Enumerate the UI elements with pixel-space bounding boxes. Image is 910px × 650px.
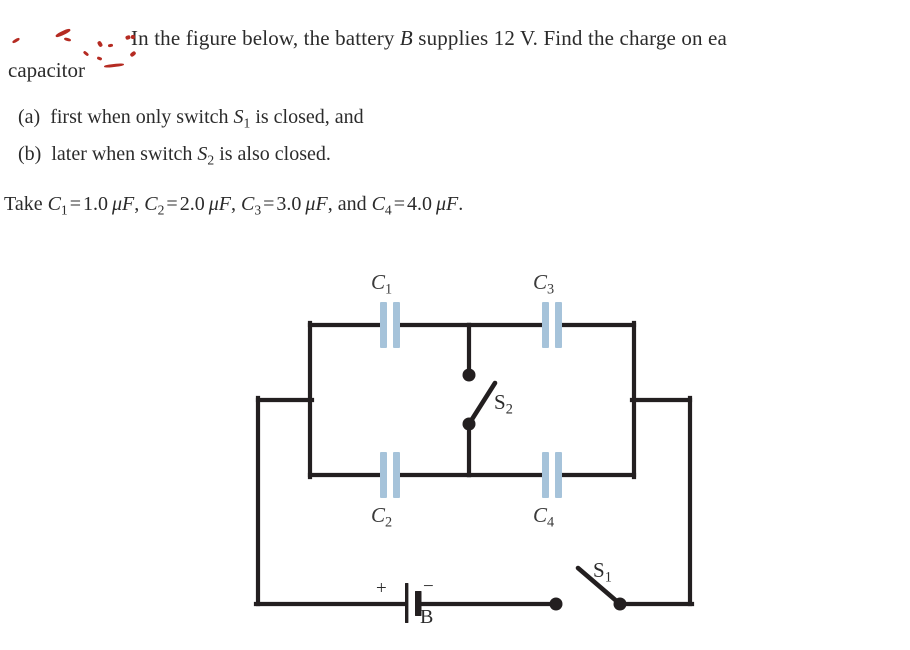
label-c2: C2 [371,503,392,532]
battery-positive-plate [405,583,409,623]
label-c2-symbol: C [371,503,386,527]
capacitor-c4-plate-left [542,452,549,498]
label-c3-subscript: 3 [547,281,555,298]
label-s1: S1 [593,558,612,587]
label-c1: C1 [371,270,392,299]
label-s1-subscript: 1 [604,569,612,586]
label-s2-symbol: S [494,390,506,414]
label-s2: S2 [494,390,513,419]
label-s1-symbol: S [593,558,605,582]
capacitor-c4-plate-right [555,452,562,498]
capacitor-c2-plate-left [380,452,387,498]
battery-label: B [420,606,434,628]
capacitor-c3-plate-left [542,302,549,348]
label-c1-subscript: 1 [385,281,393,298]
label-c3-symbol: C [533,270,548,294]
capacitor-c2-plate-right [393,452,400,498]
battery-minus-sign: − [423,576,434,597]
capacitor-c1-plate-left [380,302,387,348]
label-s2-subscript: 2 [505,401,513,418]
label-c4-symbol: C [533,503,548,527]
label-c4-subscript: 4 [547,514,555,531]
circuit-diagram [253,302,695,623]
switch-s2-terminal-top [462,368,476,382]
switch-s2-blade [466,380,498,427]
label-c2-subscript: 2 [385,514,393,531]
label-c3: C3 [533,270,554,299]
label-c4: C4 [533,503,554,532]
capacitor-c1-plate-right [393,302,400,348]
label-c1-symbol: C [371,270,386,294]
switch-s1-terminal-left [549,597,563,611]
capacitor-c3-plate-right [555,302,562,348]
battery-plus-sign: + [376,578,387,599]
